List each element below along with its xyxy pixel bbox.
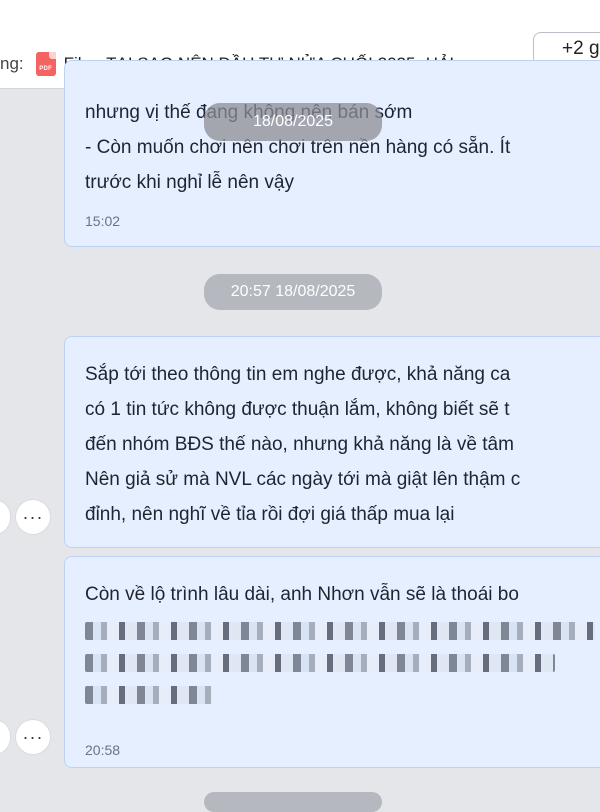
reaction-button[interactable] [0,500,10,534]
message-bubble[interactable]: Sắp tới theo thông tin em nghe được, khả… [64,336,600,548]
message-bubble[interactable]: Còn về lộ trình lâu dài, anh Nhơn vẫn sẽ… [64,556,600,768]
redacted-text [85,686,215,704]
message-line: trước khi nghỉ lễ nên vậy [85,172,294,193]
message-time: 15:02 [85,213,121,229]
pdf-icon-label: PDF [39,66,53,72]
message-time: 20:58 [85,742,121,758]
message-line: Còn về lộ trình lâu dài, anh Nhơn vẫn sẽ… [85,584,519,605]
message-line: có 1 tin tức không được thuận lắm, không… [85,399,510,420]
redacted-text [85,622,595,640]
date-divider: 20:57 18/08/2025 [204,274,382,310]
message-bubble[interactable]: nhưng vị thế đang không nên bán sớm - Cò… [64,60,600,247]
date-divider: 18/08/2025 [204,103,382,141]
message-line: đỉnh, nên nghĩ về tỉa rồi đợi giá thấp m… [85,504,455,525]
redacted-text [85,654,555,672]
message-line: đến nhóm BĐS thế nào, nhưng khả năng là … [85,434,514,455]
date-divider [204,792,382,812]
message-line: Sắp tới theo thông tin em nghe được, khả… [85,364,511,385]
message-line: Nên giả sử mà NVL các ngày tới mà giật l… [85,469,521,490]
reaction-button[interactable] [0,720,10,754]
pinned-prefix: ng: [0,54,24,73]
more-actions-icon[interactable]: ··· [16,500,50,534]
more-actions-icon[interactable]: ··· [16,720,50,754]
pdf-file-icon: PDF [35,52,56,76]
